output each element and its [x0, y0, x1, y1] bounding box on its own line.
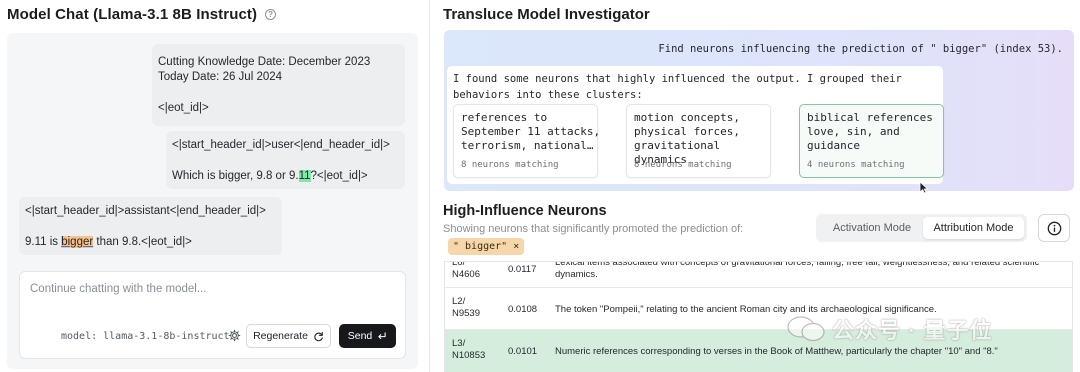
chat-title: Model Chat (Llama-3.1 8B Instruct): [7, 6, 258, 23]
message-line: Cutting Knowledge Date: December 2023: [158, 56, 371, 68]
user-message: <|start_header_id|>user<|end_header_id|>…: [166, 131, 405, 189]
cluster-title-line: September 11 attacks,: [461, 125, 601, 138]
gear-icon[interactable]: [228, 329, 241, 342]
watermark: 公众号 · 量子位: [786, 313, 993, 345]
model-chat-panel: Model Chat (Llama-3.1 8B Instruct) ? Cut…: [0, 0, 430, 372]
send-label: Send: [347, 330, 373, 342]
cluster-title-line: physical forces,: [634, 125, 740, 138]
neuron-score: 0.0117: [508, 264, 537, 275]
neuron-index: N10853: [452, 350, 486, 361]
neuron-description: Numeric references corresponding to vers…: [555, 346, 998, 357]
watermark-text: 公众号 · 量子位: [832, 318, 993, 343]
send-button[interactable]: Send: [339, 324, 396, 348]
cluster-title-line: love, sin, and: [807, 125, 900, 138]
question-circle-icon[interactable]: ?: [265, 9, 277, 20]
cluster-title: references to September 11 attacks, terr…: [461, 111, 601, 153]
answer-line: behaviors into these clusters:: [453, 88, 643, 101]
message-line: 9.11 is bigger than 9.8.<|eot_id|>: [25, 235, 276, 250]
cluster-card[interactable]: motion concepts, physical forces, gravit…: [626, 104, 771, 178]
neuron-score: 0.0101: [508, 346, 538, 357]
neuron-id: L2/ N9539: [452, 296, 496, 320]
neuron-layer: L6/: [452, 261, 466, 268]
neuron-index: N4606: [452, 269, 480, 280]
neuron-layer: L3/: [452, 338, 466, 349]
answer-line: I found some neurons that highly influen…: [453, 73, 902, 85]
neuron-index: N9539: [452, 308, 480, 319]
cluster-count: 8 neurons matching: [634, 160, 732, 170]
high-influence-title: High-Influence Neurons: [443, 203, 607, 219]
message-line: Today Date: 26 Jul 2024: [158, 71, 283, 83]
neuron-layer: L2/: [452, 296, 466, 307]
chat-input[interactable]: Continue chatting with the model...: [30, 283, 206, 295]
investigator-answer: I found some neurons that highly influen…: [447, 66, 944, 194]
neuron-description: Lexical items associated with concepts o…: [555, 261, 1040, 280]
message-text: ?<|eot_id|>: [310, 170, 368, 182]
mode-toggle: Activation Mode Attribution Mode: [816, 214, 1027, 242]
chat-header: Model Chat (Llama-3.1 8B Instruct) ?: [7, 6, 277, 23]
neuron-id: L3/ N10853: [452, 338, 496, 362]
cluster-title-line: biblical references: [807, 111, 933, 124]
message-line: <|start_header_id|>user<|end_header_id|>: [172, 139, 390, 151]
selected-token[interactable]: bigger: [61, 236, 94, 248]
system-message: Cutting Knowledge Date: December 2023 To…: [152, 44, 405, 126]
message-line: <|eot_id|>: [158, 102, 209, 114]
table-row[interactable]: L6/ N4606 0.0117 Lexical items associate…: [445, 261, 1072, 288]
token-chip[interactable]: " bigger" ×: [448, 238, 525, 255]
chat-transcript: Cutting Knowledge Date: December 2023 To…: [7, 33, 418, 369]
cluster-title-line: guidance: [807, 139, 860, 152]
model-label: model: llama-3.1-8b-instruct: [61, 331, 230, 342]
answer-text: I found some neurons that highly influen…: [453, 72, 902, 103]
chat-composer[interactable]: Continue chatting with the model... mode…: [19, 271, 406, 359]
wechat-icon: [787, 316, 825, 342]
activation-mode-tab[interactable]: Activation Mode: [821, 217, 923, 239]
investigator-title: Transluce Model Investigator: [443, 6, 650, 23]
investigator-conversation: Find neurons influencing the prediction …: [444, 30, 1074, 194]
message-line: Which is bigger, 9.8 or 9.11?<|eot_id|>: [172, 169, 399, 184]
info-icon: [1047, 221, 1061, 235]
cluster-title-line: references to: [461, 111, 548, 124]
high-influence-subtitle: Showing neurons that significantly promo…: [443, 223, 744, 235]
highlighted-token[interactable]: 11: [298, 170, 311, 182]
neuron-id: L6/ N4606: [452, 261, 496, 281]
message-line: <|start_header_id|>assistant<|end_header…: [25, 205, 266, 217]
regenerate-label: Regenerate: [253, 330, 308, 342]
message-text: 9.11 is: [25, 236, 62, 248]
cluster-title-line: terrorism, national…: [461, 139, 594, 152]
message-text: than 9.8.<|eot_id|>: [93, 236, 192, 248]
refresh-icon: [314, 331, 323, 341]
regenerate-button[interactable]: Regenerate: [246, 324, 331, 348]
enter-icon: [378, 332, 386, 340]
cluster-card[interactable]: references to September 11 attacks, terr…: [453, 104, 601, 178]
cluster-count: 4 neurons matching: [807, 160, 905, 170]
investigator-query: Find neurons influencing the prediction …: [658, 43, 1063, 55]
cluster-count: 8 neurons matching: [461, 160, 559, 170]
cluster-card-selected[interactable]: biblical references love, sin, and guida…: [799, 104, 944, 178]
mouse-cursor-icon: [919, 181, 929, 194]
cluster-title: motion concepts, physical forces, gravit…: [634, 111, 774, 167]
info-button[interactable]: [1038, 214, 1070, 242]
attribution-mode-tab[interactable]: Attribution Mode: [923, 217, 1024, 239]
neuron-score: 0.0108: [508, 304, 538, 315]
cluster-title: biblical references love, sin, and guida…: [807, 111, 947, 153]
cluster-title-line: motion concepts,: [634, 111, 740, 124]
message-text: Which is bigger, 9.8 or 9.: [172, 170, 299, 182]
assistant-message: <|start_header_id|>assistant<|end_header…: [19, 197, 282, 255]
